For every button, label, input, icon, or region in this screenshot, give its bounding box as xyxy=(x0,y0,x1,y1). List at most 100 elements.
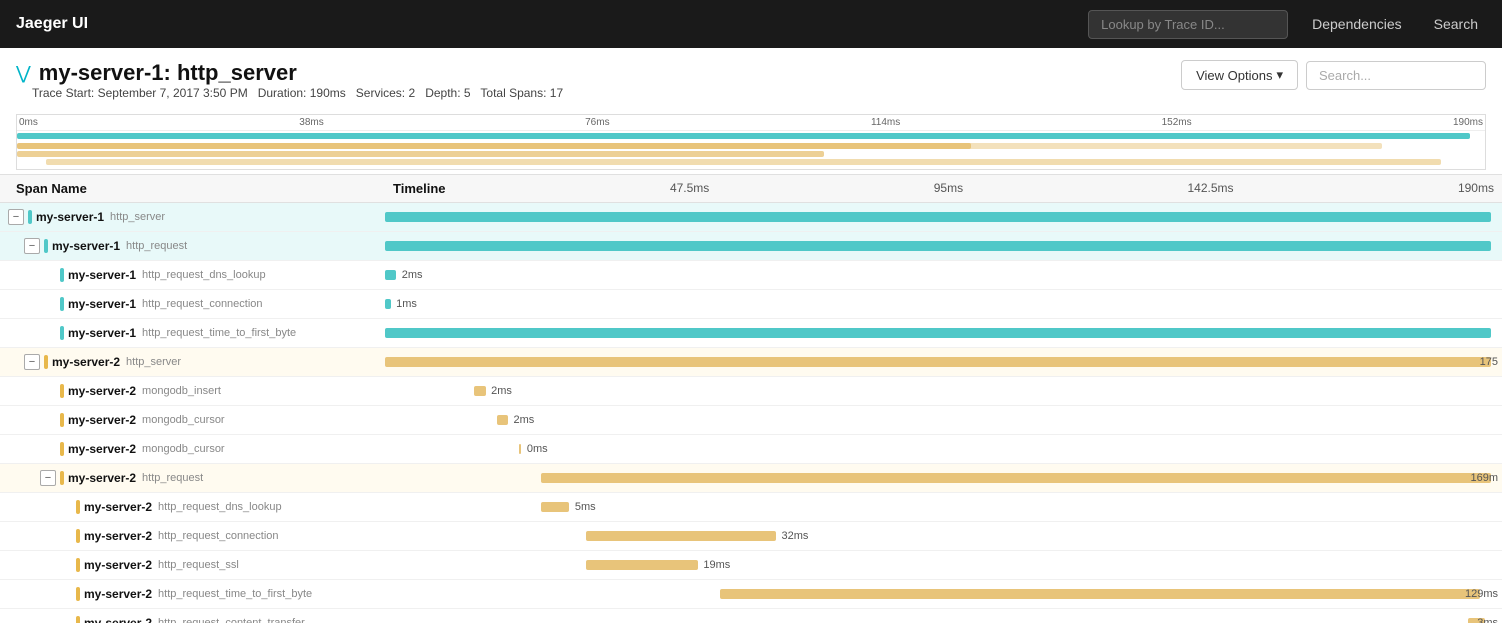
minimap-ruler-tick: 190ms xyxy=(1453,115,1483,130)
spans-container: −my-server-1http_server−my-server-1http_… xyxy=(0,203,1502,623)
span-timeline-col: 175 xyxy=(385,348,1502,376)
span-name-col: my-server-2http_request_ssl xyxy=(0,554,385,576)
span-timeline-col xyxy=(385,232,1502,260)
span-color-indicator xyxy=(76,529,80,543)
trace-meta: Trace Start: September 7, 2017 3:50 PM D… xyxy=(16,86,579,108)
tick-190: 190ms xyxy=(1458,181,1494,196)
table-row[interactable]: my-server-2 http_request_content_transfer… xyxy=(0,609,1502,623)
col-span-name-header: Span Name xyxy=(0,181,385,196)
span-operation-name: mongodb_cursor xyxy=(142,414,225,426)
span-timeline-col: 169m xyxy=(385,464,1502,492)
span-timeline-bar xyxy=(385,357,1491,367)
table-row[interactable]: my-server-2mongodb_cursor0ms xyxy=(0,435,1502,464)
span-timeline-bar xyxy=(385,299,391,309)
span-timeline-bar xyxy=(586,560,698,570)
duration-label: Duration: xyxy=(258,86,307,100)
table-row[interactable]: my-server-1http_request_time_to_first_by… xyxy=(0,319,1502,348)
minimap-ruler-tick: 152ms xyxy=(1162,115,1192,130)
span-duration-label: 32ms xyxy=(782,530,809,542)
span-name-col: my-server-1http_request_connection xyxy=(0,293,385,315)
trace-title: ⋁ my-server-1: http_server xyxy=(16,60,579,86)
span-duration-right-label: 175 xyxy=(1480,356,1498,368)
trace-start-value: September 7, 2017 3:50 PM xyxy=(98,86,248,100)
table-row[interactable]: my-server-2http_request_dns_lookup5ms xyxy=(0,493,1502,522)
span-timeline-bar xyxy=(720,589,1480,599)
table-row[interactable]: my-server-1http_request_connection1ms xyxy=(0,290,1502,319)
trace-search-input[interactable] xyxy=(1306,61,1486,90)
minimap: 0ms38ms76ms114ms152ms190ms xyxy=(16,114,1486,170)
navbar: Jaeger UI Dependencies Search xyxy=(0,0,1502,48)
span-color-indicator xyxy=(60,297,64,311)
span-timeline-col: 5ms xyxy=(385,493,1502,521)
span-name-col: −my-server-1http_request xyxy=(0,234,385,258)
span-timeline-col xyxy=(385,319,1502,347)
view-options-button[interactable]: View Options ▾ xyxy=(1181,60,1298,90)
table-row[interactable]: my-server-2mongodb_insert2ms xyxy=(0,377,1502,406)
span-operation-name: http_request_content_transfer xyxy=(158,617,305,623)
span-operation-name: http_request xyxy=(142,472,203,484)
span-name-col: my-server-2mongodb_insert xyxy=(0,380,385,402)
span-color-indicator xyxy=(60,268,64,282)
span-timeline-col: 129ms xyxy=(385,580,1502,608)
collapse-button[interactable]: − xyxy=(40,470,56,486)
table-row[interactable]: −my-server-1 http_server xyxy=(0,203,1502,232)
minimap-ruler: 0ms38ms76ms114ms152ms190ms xyxy=(17,115,1485,131)
span-operation-name: http_server xyxy=(126,356,181,368)
span-name-col: −my-server-2http_request xyxy=(0,466,385,490)
span-timeline-col: 2ms xyxy=(385,377,1502,405)
minimap-ruler-tick: 0ms xyxy=(19,115,38,130)
dependencies-link[interactable]: Dependencies xyxy=(1304,12,1410,36)
search-link[interactable]: Search xyxy=(1426,12,1486,36)
trace-id-input[interactable] xyxy=(1088,10,1288,39)
table-row[interactable]: my-server-1http_request_dns_lookup2ms xyxy=(0,261,1502,290)
table-row[interactable]: −my-server-2http_server 175 xyxy=(0,348,1502,377)
span-duration-right-label: 3ms xyxy=(1477,617,1498,623)
span-server-name: my-server-1 xyxy=(36,210,104,224)
trace-title-area: ⋁ my-server-1: http_server Trace Start: … xyxy=(16,60,579,108)
view-options-label: View Options xyxy=(1196,68,1272,83)
span-name-col: my-server-1http_request_time_to_first_by… xyxy=(0,322,385,344)
span-color-indicator xyxy=(44,239,48,253)
span-color-indicator xyxy=(28,210,32,224)
span-server-name: my-server-2 xyxy=(84,616,152,623)
span-timeline-col: 2ms xyxy=(385,406,1502,434)
span-name-col: my-server-2 http_request_content_transfer xyxy=(0,612,385,623)
span-color-indicator xyxy=(76,587,80,601)
span-name-col: −my-server-1 http_server xyxy=(0,205,385,229)
span-color-indicator xyxy=(60,413,64,427)
span-operation-name: http_server xyxy=(110,211,165,223)
span-timeline-bar xyxy=(385,241,1491,251)
table-row[interactable]: −my-server-1http_request xyxy=(0,232,1502,261)
table-row[interactable]: my-server-2http_request_connection32ms xyxy=(0,522,1502,551)
collapse-button[interactable]: − xyxy=(24,354,40,370)
total-spans-value: 17 xyxy=(550,86,563,100)
span-duration-right-label: 129ms xyxy=(1465,588,1498,600)
span-operation-name: http_request_dns_lookup xyxy=(158,501,282,513)
span-operation-name: mongodb_cursor xyxy=(142,443,225,455)
table-row[interactable]: my-server-2http_request_time_to_first_by… xyxy=(0,580,1502,609)
table-row[interactable]: −my-server-2http_request 169m xyxy=(0,464,1502,493)
span-name-col: my-server-1http_request_dns_lookup xyxy=(0,264,385,286)
span-name-col: −my-server-2http_server xyxy=(0,350,385,374)
minimap-ruler-tick: 114ms xyxy=(871,115,900,130)
span-timeline-col: 3ms xyxy=(385,609,1502,623)
page-title: my-server-1: http_server xyxy=(39,60,297,86)
span-name-header-label: Span Name xyxy=(16,181,87,196)
span-duration-label: 0ms xyxy=(527,443,548,455)
span-timeline-bar xyxy=(385,212,1491,222)
collapse-button[interactable]: − xyxy=(24,238,40,254)
span-duration-right-label: 169m xyxy=(1470,472,1498,484)
span-server-name: my-server-1 xyxy=(68,297,136,311)
span-timeline-col xyxy=(385,203,1502,231)
tick-95: 95ms xyxy=(934,181,963,196)
collapse-icon[interactable]: ⋁ xyxy=(16,63,31,84)
table-row[interactable]: my-server-2mongodb_cursor2ms xyxy=(0,406,1502,435)
duration-value: 190ms xyxy=(310,86,346,100)
total-spans-label: Total Spans: xyxy=(480,86,546,100)
span-color-indicator xyxy=(60,442,64,456)
span-timeline-col: 0ms xyxy=(385,435,1502,463)
span-timeline-col: 1ms xyxy=(385,290,1502,318)
depth-value: 5 xyxy=(464,86,471,100)
table-row[interactable]: my-server-2http_request_ssl19ms xyxy=(0,551,1502,580)
collapse-button[interactable]: − xyxy=(8,209,24,225)
